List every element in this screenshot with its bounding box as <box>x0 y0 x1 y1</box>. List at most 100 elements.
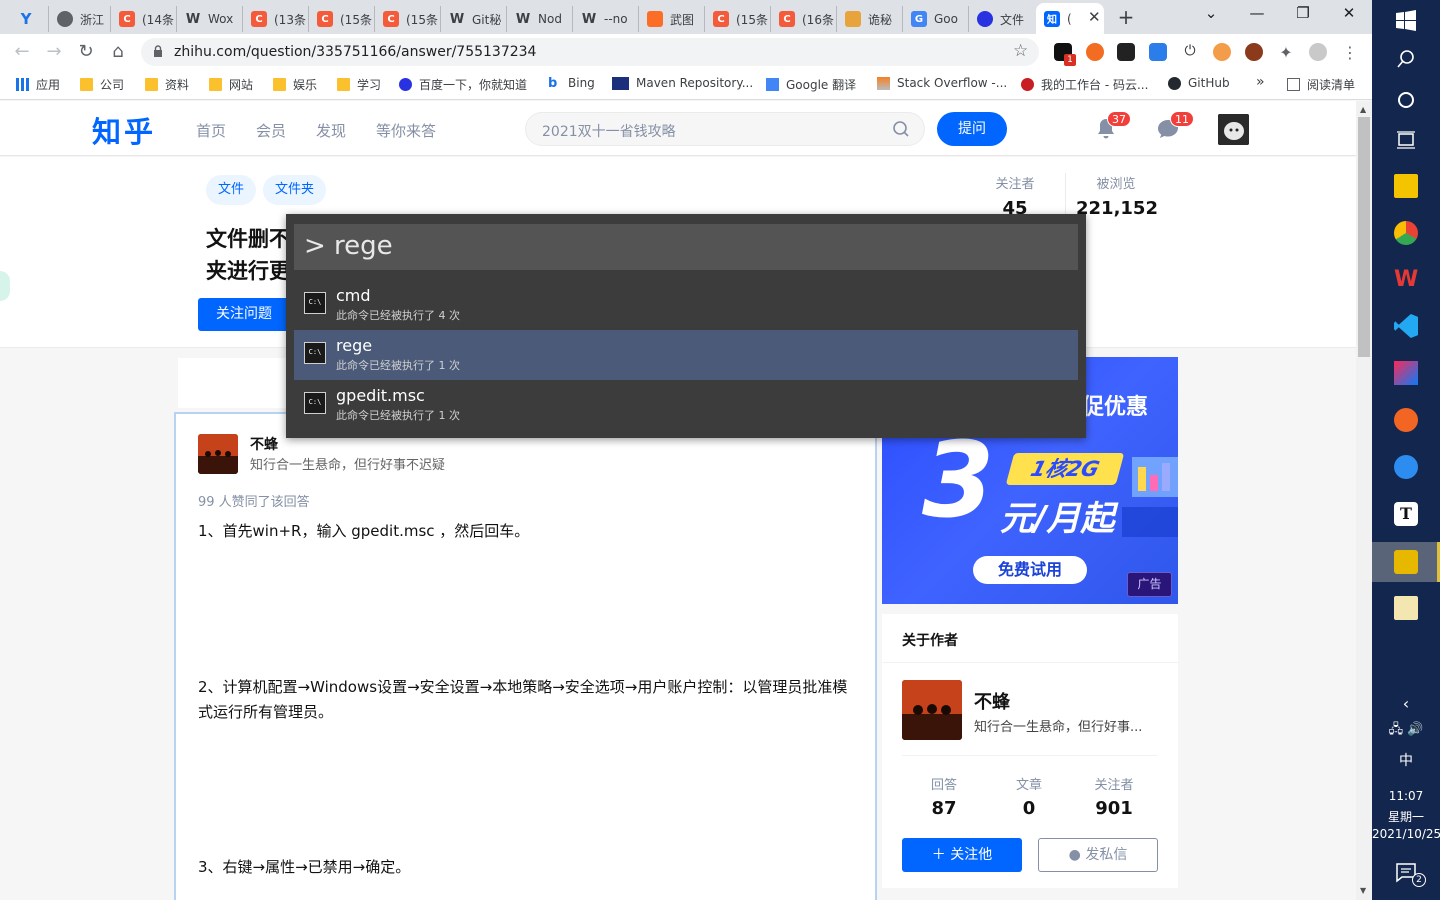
typora-icon[interactable]: T <box>1394 502 1418 526</box>
forward-button[interactable]: → <box>43 41 65 62</box>
send-message-button[interactable]: ● 发私信 <box>1038 838 1158 872</box>
puzzle-icon[interactable]: ✦ <box>1277 43 1295 62</box>
bookmark-folder[interactable]: 网站 <box>209 76 253 93</box>
cortana-icon[interactable] <box>1394 88 1418 112</box>
back-button[interactable]: ← <box>11 41 33 62</box>
author-name[interactable]: 不蜂 <box>250 434 278 454</box>
firefox-icon[interactable] <box>1086 43 1104 61</box>
bookmark-baidu[interactable]: 百度一下，你就知道 <box>399 76 527 93</box>
bookmark-gitee[interactable]: 我的工作台 - 码云... <box>1021 76 1148 93</box>
tab[interactable]: G Goo <box>902 6 968 32</box>
tab[interactable]: W Wox <box>176 6 242 32</box>
tab[interactable]: C (15条 <box>374 6 440 32</box>
scrollbar-thumb[interactable] <box>1358 117 1370 357</box>
answers-stat[interactable]: 回答 87 <box>904 774 984 819</box>
extension-orange-icon[interactable] <box>1213 43 1231 61</box>
scroll-up-icon[interactable]: ▲ <box>1360 105 1366 114</box>
bookmark-bing[interactable]: b Bing <box>548 76 595 90</box>
bookmark-folder[interactable]: 公司 <box>80 76 124 93</box>
ad-try-button[interactable]: 免费试用 <box>973 556 1087 584</box>
clock-weekday[interactable]: 星期一 <box>1372 808 1440 825</box>
postman-icon[interactable] <box>1394 408 1418 432</box>
task-view-icon[interactable] <box>1394 128 1418 152</box>
search-icon[interactable] <box>1394 47 1418 71</box>
home-button[interactable]: ⌂ <box>107 41 129 62</box>
tab[interactable]: 诡秘 <box>836 6 902 32</box>
chrome-icon[interactable] <box>1394 221 1418 245</box>
reload-button[interactable]: ↻ <box>75 41 97 62</box>
tab-search-icon[interactable]: ⌄ <box>1196 4 1226 22</box>
chevron-left-icon[interactable]: ‹ <box>1372 694 1440 713</box>
menu-icon[interactable]: ⋮ <box>1341 43 1359 62</box>
bookmark-folder[interactable]: 资料 <box>145 76 189 93</box>
tab[interactable]: W Git秘 <box>440 6 506 32</box>
network-volume-icons[interactable]: 🖧 🔊 <box>1372 720 1440 742</box>
bookmark-google-translate[interactable]: Google 翻译 <box>766 76 856 93</box>
paw-icon[interactable] <box>1245 43 1263 61</box>
topic-tag[interactable]: 文件夹 <box>263 175 327 205</box>
profile-avatar[interactable] <box>1309 43 1327 61</box>
tab[interactable]: W --no <box>572 6 638 32</box>
bookmark-github[interactable]: GitHub <box>1168 76 1230 90</box>
windows-start-icon[interactable] <box>1394 9 1418 33</box>
extension-a-icon[interactable] <box>1117 43 1135 61</box>
clock-time[interactable]: 11:07 <box>1372 789 1440 803</box>
tab[interactable]: 文件 <box>968 6 1034 32</box>
scroll-down-icon[interactable]: ▼ <box>1360 886 1366 895</box>
new-tab-button[interactable]: + <box>1116 5 1136 29</box>
ask-button[interactable]: 提问 <box>937 112 1007 146</box>
search-icon[interactable] <box>892 120 910 138</box>
intellij-icon[interactable] <box>1394 361 1418 385</box>
zhihu-logo[interactable]: 知乎 <box>92 109 156 151</box>
articles-stat[interactable]: 文章 0 <box>989 774 1069 819</box>
tab[interactable]: C (14条 <box>110 6 176 32</box>
tab[interactable]: C (15条 <box>308 6 374 32</box>
reading-list-button[interactable]: 阅读清单 <box>1287 76 1355 93</box>
author-avatar[interactable] <box>198 434 238 474</box>
bookmark-maven[interactable]: Maven Repository... <box>612 76 753 90</box>
launcher-result[interactable]: C:\ gpedit.msc 此命令已经被执行了 1 次 <box>294 380 1078 430</box>
vscode-icon[interactable] <box>1394 314 1418 338</box>
tab[interactable]: W Nod <box>506 6 572 32</box>
bookmark-apps[interactable]: 应用 <box>16 76 60 93</box>
nav-vip[interactable]: 会员 <box>256 120 286 141</box>
feishu-icon[interactable] <box>1394 455 1418 479</box>
bookmark-stackoverflow[interactable]: Stack Overflow -... <box>877 76 1007 90</box>
tab-active[interactable]: 知 (✕ <box>1036 3 1104 34</box>
bookmark-star-icon[interactable]: ☆ <box>1013 41 1028 61</box>
user-avatar[interactable] <box>1218 114 1249 145</box>
topic-tag[interactable]: 文件 <box>206 175 257 205</box>
nav-explore[interactable]: 发现 <box>316 120 346 141</box>
tab[interactable]: 武图 <box>638 6 704 32</box>
tab[interactable]: C (16条 <box>770 6 836 32</box>
follow-author-button[interactable]: ＋ 关注他 <box>902 838 1022 872</box>
minimize-button[interactable]: — <box>1242 4 1272 22</box>
tab[interactable]: C (13条 <box>242 6 308 32</box>
bookmark-folder[interactable]: 娱乐 <box>273 76 317 93</box>
wps-icon[interactable]: W <box>1394 268 1418 292</box>
notepad-icon[interactable] <box>1394 596 1418 620</box>
file-explorer-icon[interactable] <box>1394 174 1418 198</box>
search-input[interactable]: 2021双十一省钱攻略 <box>525 112 925 146</box>
nav-waiting[interactable]: 等你来答 <box>376 120 436 141</box>
follow-question-button[interactable]: 关注问题 <box>198 298 290 331</box>
close-window-button[interactable]: ✕ <box>1334 4 1364 22</box>
author-avatar-large[interactable] <box>902 680 962 740</box>
extension-v-icon[interactable] <box>1149 43 1167 61</box>
tab-y[interactable]: Y <box>10 6 48 32</box>
restore-button[interactable]: ❐ <box>1288 4 1318 22</box>
author-name-large[interactable]: 不蜂 <box>974 688 1010 714</box>
bookmarks-overflow-button[interactable]: » <box>1256 74 1265 90</box>
input-method[interactable]: 中 <box>1372 750 1440 770</box>
power-icon[interactable]: ⏻ <box>1181 43 1199 61</box>
active-app-highlight[interactable] <box>1372 542 1440 582</box>
launcher-query-input[interactable]: > rege <box>294 224 1078 270</box>
close-tab-icon[interactable]: ✕ <box>1088 8 1101 26</box>
tab[interactable]: C (15条 <box>704 6 770 32</box>
page-scrollbar[interactable]: ▲ ▼ <box>1356 101 1372 900</box>
followers-stat[interactable]: 关注者 901 <box>1074 774 1154 819</box>
nav-home[interactable]: 首页 <box>196 120 226 141</box>
bookmark-folder[interactable]: 学习 <box>337 76 381 93</box>
address-bar[interactable]: zhihu.com/question/335751166/answer/7551… <box>141 38 1039 66</box>
tab[interactable]: 浙江 <box>48 6 110 32</box>
